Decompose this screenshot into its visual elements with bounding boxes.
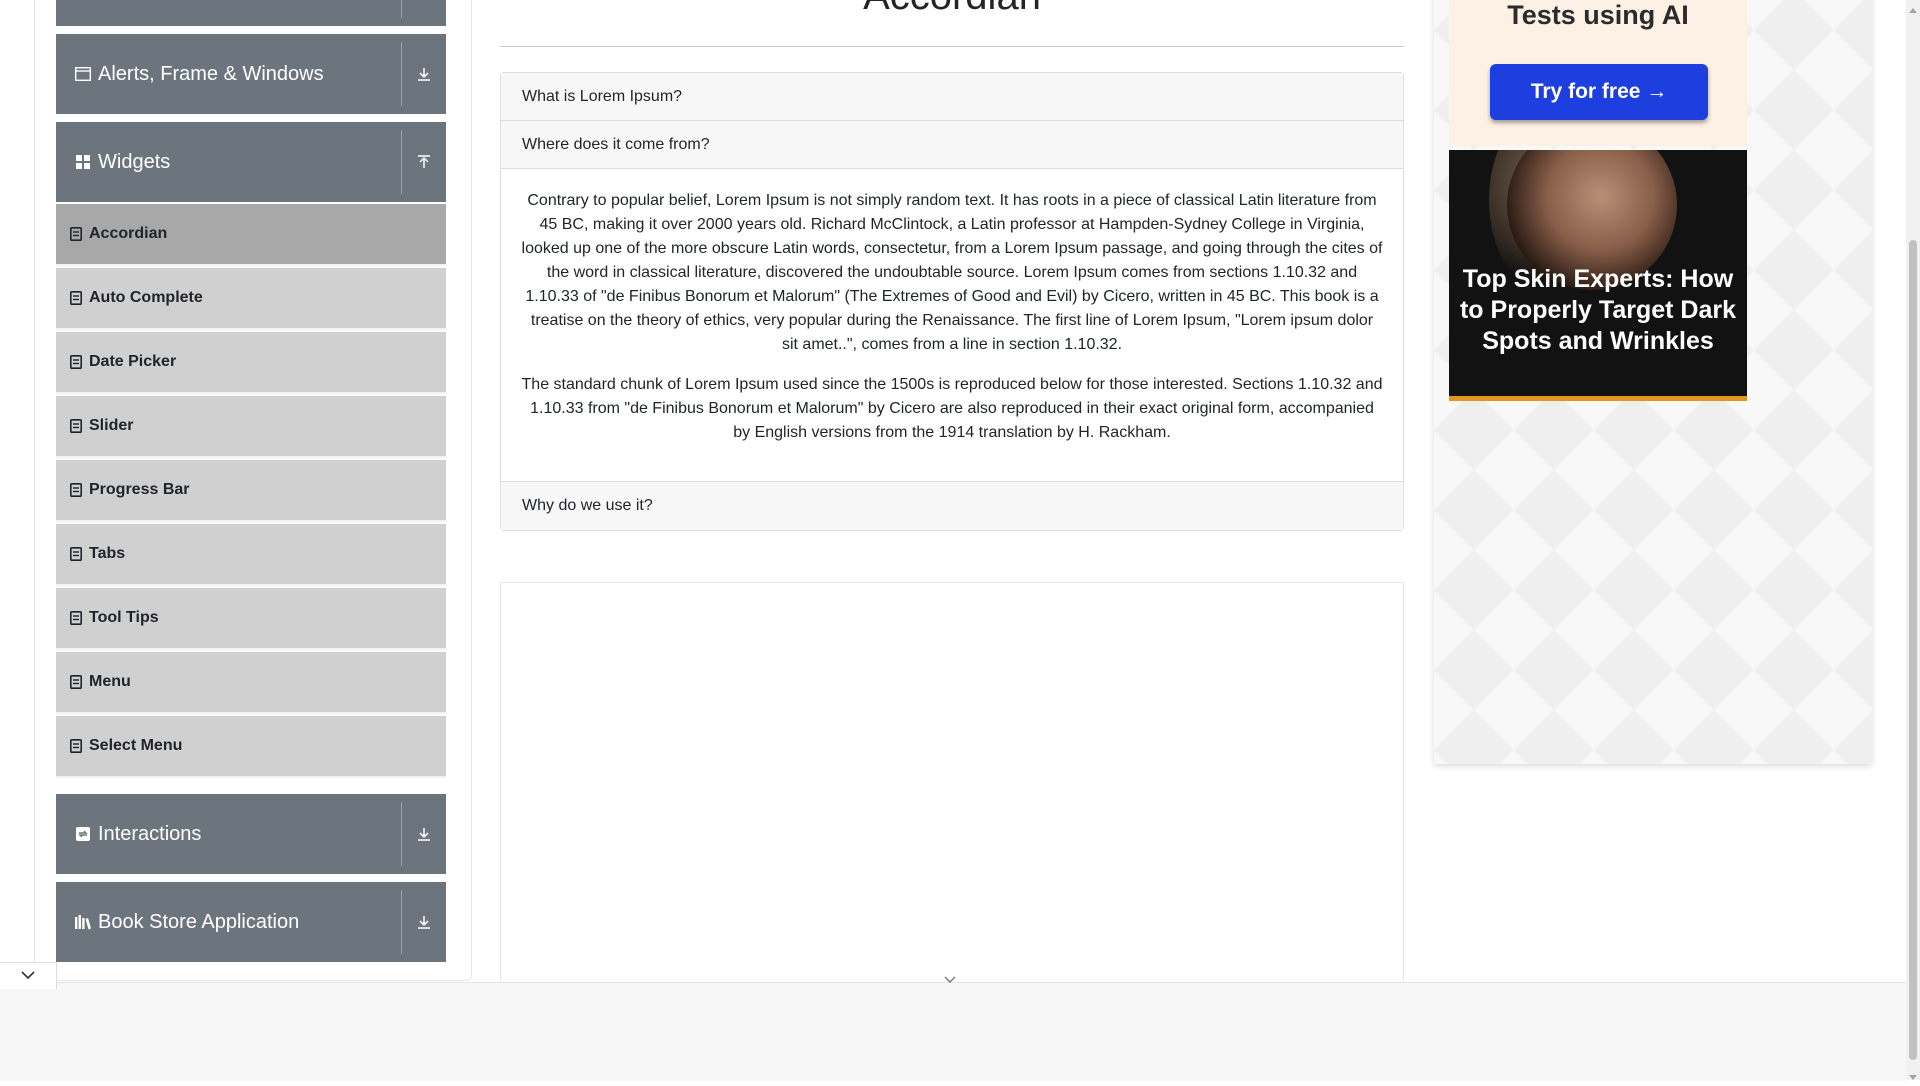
download-arrow-icon[interactable] xyxy=(402,794,446,874)
sidebar-group-bookstore[interactable]: Book Store Application xyxy=(56,882,446,962)
promo-text: Tests using AI xyxy=(1507,0,1689,30)
sidebar-item-label: Auto Complete xyxy=(89,289,203,306)
sidebar-item-label: Date Picker xyxy=(89,353,177,370)
accordion-header-what-is[interactable]: What is Lorem Ipsum? xyxy=(501,73,1403,121)
list-icon xyxy=(70,227,82,241)
list-icon xyxy=(70,675,82,689)
accordion-header-label: Where does it come from? xyxy=(522,135,710,153)
sidebar-item-label: Progress Bar xyxy=(89,481,190,498)
sidebar-group-label: Book Store Application xyxy=(98,910,300,933)
sidebar-group-alerts[interactable]: Alerts, Frame & Windows xyxy=(56,34,446,114)
interactions-icon xyxy=(74,825,92,843)
page-title: Accordian xyxy=(500,0,1404,19)
ad-frame xyxy=(500,582,1404,984)
accordion: What is Lorem Ipsum? Where does it come … xyxy=(500,72,1404,531)
sidebar-group-interactions[interactable]: Interactions xyxy=(56,794,446,874)
sidebar-group-title: Alerts, Frame & Windows xyxy=(74,34,324,114)
upload-arrow-icon[interactable] xyxy=(402,122,446,202)
try-for-free-button[interactable]: Try for free → xyxy=(1490,64,1708,120)
books-icon xyxy=(74,913,92,931)
sidebar-item-menu[interactable]: Menu xyxy=(56,652,446,714)
sidebar-group-label: Interactions xyxy=(98,822,202,845)
sidebar-item-label: Tool Tips xyxy=(89,609,159,626)
sidebar-group-title: Book Store Application xyxy=(74,882,299,962)
sidebar-item-progress-bar[interactable]: Progress Bar xyxy=(56,460,446,522)
accordion-header-label: What is Lorem Ipsum? xyxy=(522,87,683,105)
scrollbar-thumb[interactable] xyxy=(1909,240,1917,1060)
scroll-down-arrow-icon[interactable] xyxy=(1909,1068,1917,1080)
sidebar-item-label: Tabs xyxy=(89,545,126,562)
list-icon xyxy=(70,739,82,753)
list-icon xyxy=(70,547,82,561)
sidebar-item-date-picker[interactable]: Date Picker xyxy=(56,332,446,394)
sidebar-item-label: Select Menu xyxy=(89,737,183,754)
ad-headline: Top Skin Experts: How to Properly Target… xyxy=(1459,265,1736,355)
accordion-paragraph: Contrary to popular belief, Lorem Ipsum … xyxy=(521,192,1383,353)
sidebar-item-select-menu[interactable]: Select Menu xyxy=(56,716,446,778)
list-icon xyxy=(70,291,82,305)
sidebar-item-accordian[interactable]: Accordian xyxy=(56,204,446,266)
list-icon xyxy=(70,419,82,433)
sidebar-item-tabs[interactable]: Tabs xyxy=(56,524,446,586)
sidebar-item-tool-tips[interactable]: Tool Tips xyxy=(56,588,446,650)
sidebar-group-label: Alerts, Frame & Windows xyxy=(98,62,324,85)
sidebar-group-label: Widgets xyxy=(98,150,171,173)
bottom-ad-bar xyxy=(0,982,1906,1081)
title-divider xyxy=(500,46,1404,47)
accordion-body: Contrary to popular belief, Lorem Ipsum … xyxy=(501,169,1403,482)
accordion-paragraph: The standard chunk of Lorem Ipsum used s… xyxy=(521,376,1383,441)
sidebar-group-title: Interactions xyxy=(74,794,201,874)
skin-ad-banner[interactable]: Top Skin Experts: How to Properly Target… xyxy=(1449,150,1747,401)
chevron-down-icon xyxy=(21,967,35,985)
sidebar-item-slider[interactable]: Slider xyxy=(56,396,446,458)
list-icon xyxy=(70,611,82,625)
accordion-header-where-from[interactable]: Where does it come from? xyxy=(501,121,1403,169)
sidebar-item-label: Menu xyxy=(89,673,131,690)
divider xyxy=(401,0,402,18)
grid-icon xyxy=(74,153,92,171)
accordion-header-why-use[interactable]: Why do we use it? xyxy=(501,482,1403,530)
sidebar-item-auto-complete[interactable]: Auto Complete xyxy=(56,268,446,330)
download-arrow-icon[interactable] xyxy=(402,34,446,114)
accordion-header-label: Why do we use it? xyxy=(522,497,653,514)
sidebar-group-elements[interactable] xyxy=(56,0,446,26)
chevron-down-icon xyxy=(942,972,958,988)
sidebar-group-widgets[interactable]: Widgets xyxy=(56,122,446,202)
list-icon xyxy=(70,483,82,497)
collapse-ad-button[interactable] xyxy=(0,962,57,989)
list-icon xyxy=(70,355,82,369)
sidebar-group-title: Widgets xyxy=(74,122,170,202)
download-arrow-icon[interactable] xyxy=(402,882,446,962)
window-icon xyxy=(74,65,92,83)
sidebar-item-label: Accordian xyxy=(89,225,168,242)
sidebar-item-label: Slider xyxy=(89,417,134,434)
scroll-up-arrow-icon[interactable] xyxy=(1909,2,1917,13)
